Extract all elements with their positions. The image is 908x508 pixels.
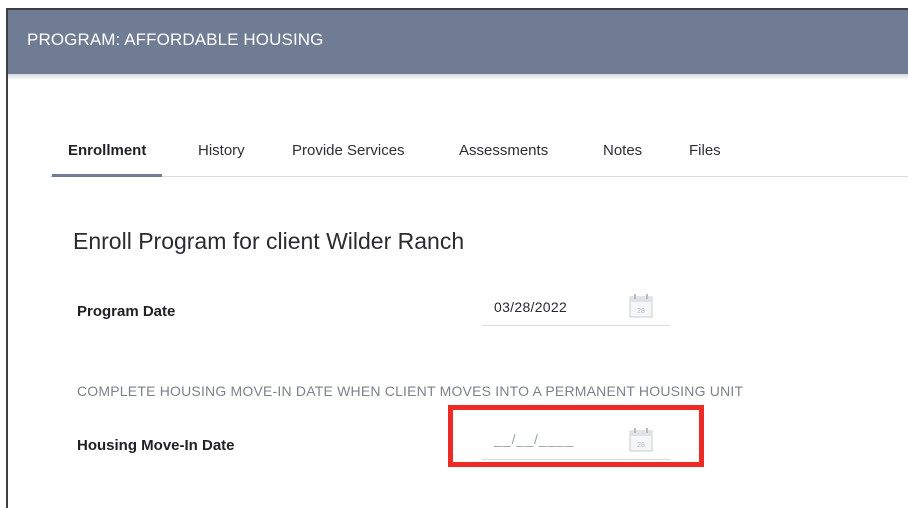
header-shadow [8, 74, 908, 80]
enroll-form-title: Enroll Program for client Wilder Ranch [73, 228, 465, 254]
tab-files[interactable]: Files [689, 134, 721, 176]
move-in-notice: COMPLETE HOUSING MOVE-IN DATE WHEN CLIEN… [77, 383, 744, 399]
program-date-field[interactable]: 03/28/2022 28 [482, 289, 670, 326]
program-title: PROGRAM: AFFORDABLE HOUSING [27, 30, 324, 49]
move-in-date-label: Housing Move-In Date [77, 437, 235, 454]
tab-provide-services[interactable]: Provide Services [292, 134, 405, 176]
program-header: PROGRAM: AFFORDABLE HOUSING [8, 10, 908, 74]
calendar-icon-day: 28 [637, 308, 645, 315]
highlight-box [448, 405, 704, 467]
program-date-label: Program Date [77, 303, 176, 320]
calendar-icon[interactable]: 28 [628, 293, 654, 319]
tab-assessments[interactable]: Assessments [459, 134, 548, 176]
tab-enrollment[interactable]: Enrollment [52, 134, 163, 177]
tab-notes[interactable]: Notes [603, 134, 642, 176]
program-tabs: Enrollment History Provide Services Asse… [50, 134, 908, 177]
tab-history[interactable]: History [198, 134, 245, 176]
program-date-value[interactable]: 03/28/2022 [494, 299, 567, 315]
